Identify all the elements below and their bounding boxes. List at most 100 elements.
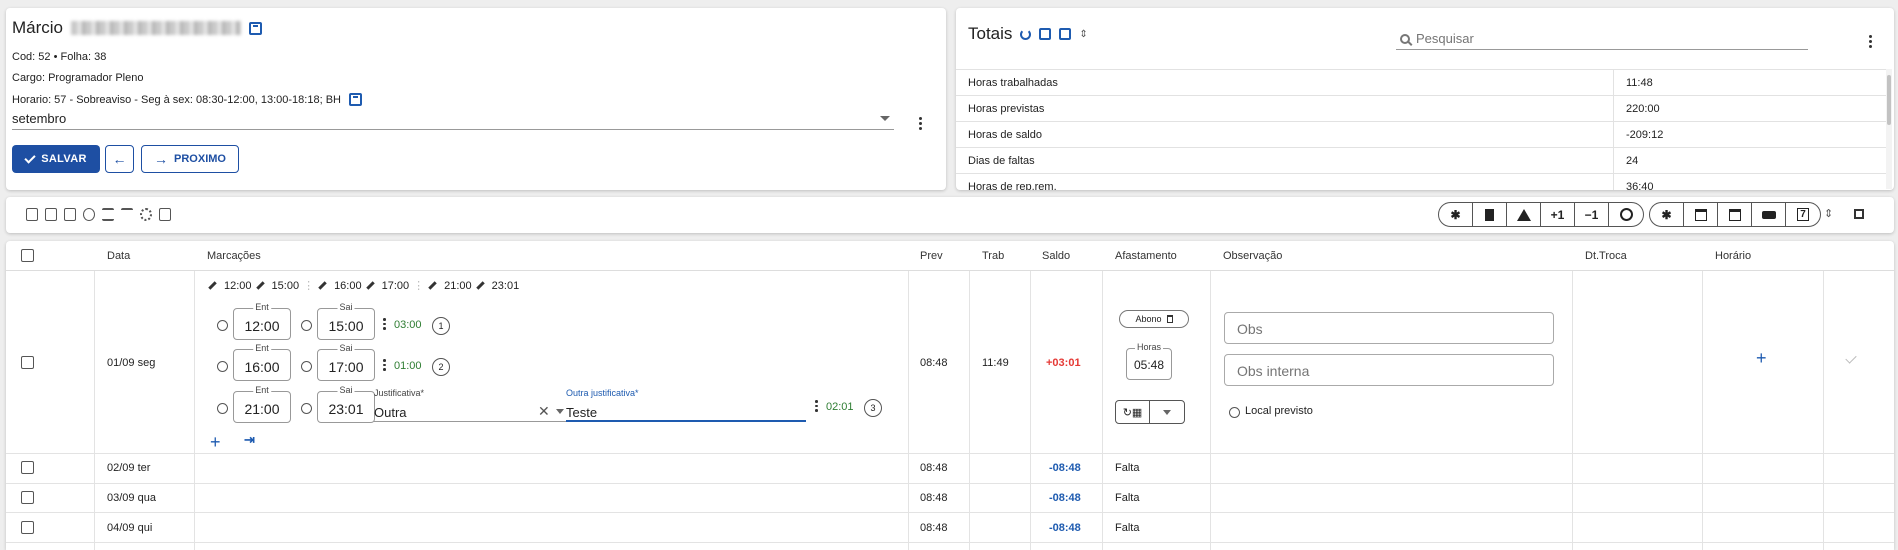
print-icon[interactable]	[159, 208, 171, 221]
row-checkbox[interactable]	[21, 521, 34, 534]
asterisk-icon[interactable]: ✱	[1650, 203, 1684, 226]
playlist-add-icon[interactable]	[102, 208, 114, 221]
totals-label: Horas previstas	[956, 96, 1614, 121]
sai-time-field[interactable]: Sai 23:01	[317, 385, 375, 423]
calendar-icon[interactable]	[1718, 203, 1752, 226]
save-button[interactable]: SALVAR	[12, 145, 100, 173]
justificativa-select[interactable]: Outra ✕	[374, 400, 566, 422]
select-all-checkbox[interactable]	[21, 249, 34, 262]
employee-more-icon[interactable]	[919, 117, 923, 130]
totals-value: 36:40	[1626, 180, 1654, 191]
punch-time: 21:00	[444, 279, 472, 292]
punch-time: 16:00	[334, 279, 362, 292]
punch-time: 12:00	[224, 279, 252, 292]
ent-radio[interactable]	[217, 320, 228, 331]
copy-icon[interactable]	[1039, 28, 1052, 40]
header-trab[interactable]: Trab	[982, 250, 1004, 262]
employee-name: Márcio	[12, 18, 263, 38]
row-trab: 11:49	[982, 357, 1009, 369]
warning-icon[interactable]	[1507, 203, 1541, 226]
ent-radio[interactable]	[217, 403, 228, 414]
horas-field[interactable]: Horas 05:48	[1126, 342, 1172, 380]
sai-radio[interactable]	[301, 320, 312, 331]
header-horario[interactable]: Horário	[1715, 250, 1751, 262]
pair-more-icon[interactable]	[383, 359, 386, 371]
header-dt-troca[interactable]: Dt.Troca	[1585, 250, 1627, 262]
plus-one-button[interactable]: +1	[1541, 203, 1575, 226]
calendar-x-icon[interactable]	[1684, 203, 1718, 226]
obs-interna-field[interactable]	[1224, 354, 1554, 386]
row-checkbox[interactable]	[21, 356, 34, 369]
grid-view-icon[interactable]	[26, 208, 38, 221]
block-icon[interactable]	[1609, 203, 1643, 226]
add-pair-icon[interactable]: +	[210, 433, 221, 451]
copy-icon[interactable]	[45, 208, 57, 221]
bookmark-icon[interactable]	[1473, 203, 1507, 226]
header-marcacoes[interactable]: Marcações	[207, 250, 261, 262]
pair-more-icon[interactable]	[815, 400, 818, 412]
outra-justificativa-input[interactable]: Teste	[566, 400, 806, 422]
row-date: 01/09 seg	[107, 357, 156, 369]
row-checkbox[interactable]	[21, 461, 34, 474]
ent-time-field[interactable]: Ent 12:00	[233, 302, 291, 340]
obs-interna-input[interactable]	[1237, 363, 1537, 379]
sai-label: Sai	[337, 343, 355, 353]
employee-first-name: Márcio	[12, 18, 64, 37]
calculator-icon[interactable]	[1059, 28, 1072, 40]
expand-vertical-icon[interactable]: ⇕	[1079, 29, 1087, 40]
calendar-7-icon[interactable]: 7	[1786, 203, 1820, 226]
obs-input[interactable]	[1237, 321, 1537, 337]
horario-calendar-icon[interactable]	[348, 93, 362, 106]
header-prev[interactable]: Prev	[920, 250, 943, 262]
chevron-down-icon[interactable]	[556, 409, 564, 414]
row-checkbox[interactable]	[21, 491, 34, 504]
sai-radio[interactable]	[301, 403, 312, 414]
abono-chip[interactable]: Abono	[1119, 310, 1189, 328]
minus-one-button[interactable]: −1	[1575, 203, 1609, 226]
totals-card: Totais ⇕ Horas trabalhadas 11:48 Horas pr…	[956, 8, 1894, 190]
open-profile-icon[interactable]	[249, 21, 263, 35]
header-data[interactable]: Data	[107, 250, 130, 262]
previous-button[interactable]: ←	[105, 145, 134, 173]
swap-icon[interactable]: ↻▦	[1116, 401, 1150, 423]
clock-icon[interactable]	[83, 208, 95, 221]
totals-scrollbar[interactable]	[1886, 69, 1892, 189]
afastamento-split-button[interactable]: ↻▦	[1115, 400, 1185, 424]
header-afastamento[interactable]: Afastamento	[1115, 250, 1177, 262]
header-saldo[interactable]: Saldo	[1042, 250, 1070, 262]
sai-radio[interactable]	[301, 361, 312, 372]
trash-icon[interactable]	[1166, 315, 1173, 323]
asterisk-icon[interactable]: ✱	[1439, 203, 1473, 226]
save-label: SALVAR	[41, 153, 87, 165]
clear-icon[interactable]: ✕	[538, 403, 550, 420]
confirm-row-icon[interactable]	[1845, 352, 1857, 364]
header-observacao[interactable]: Observação	[1223, 250, 1282, 262]
ent-time-field[interactable]: Ent 16:00	[233, 343, 291, 381]
sort-icon[interactable]	[121, 208, 133, 221]
bed-icon[interactable]	[1752, 203, 1786, 226]
totals-search[interactable]	[1396, 28, 1808, 50]
grid-header: Data Marcações Prev Trab Saldo Afastamen…	[6, 241, 1894, 271]
gear-icon[interactable]	[140, 208, 152, 221]
totals-more-icon[interactable]	[1869, 35, 1873, 48]
ent-radio[interactable]	[217, 361, 228, 372]
search-input[interactable]	[1416, 31, 1796, 46]
totals-value: 24	[1626, 154, 1639, 167]
clipboard-icon[interactable]	[64, 208, 76, 221]
fullscreen-icon[interactable]	[1854, 209, 1864, 219]
expand-vertical-icon[interactable]: ⇕	[1824, 207, 1833, 220]
pair-more-icon[interactable]	[383, 318, 386, 330]
sai-label: Sai	[337, 302, 355, 312]
next-button[interactable]: → PROXIMO	[141, 145, 239, 173]
add-horario-icon[interactable]: +	[1756, 349, 1767, 367]
sai-time-field[interactable]: Sai 15:00	[317, 302, 375, 340]
local-previsto-radio[interactable]	[1229, 407, 1240, 418]
row-saldo: +03:01	[1046, 357, 1081, 369]
month-select[interactable]: setembro	[12, 108, 894, 130]
sai-time-field[interactable]: Sai 17:00	[317, 343, 375, 381]
outra-justificativa-label: Outra justificativa*	[566, 388, 639, 398]
obs-field[interactable]	[1224, 312, 1554, 344]
refresh-icon[interactable]	[1020, 28, 1032, 40]
ent-time-field[interactable]: Ent 21:00	[233, 385, 291, 423]
insert-row-icon[interactable]: ⇥	[244, 432, 255, 448]
